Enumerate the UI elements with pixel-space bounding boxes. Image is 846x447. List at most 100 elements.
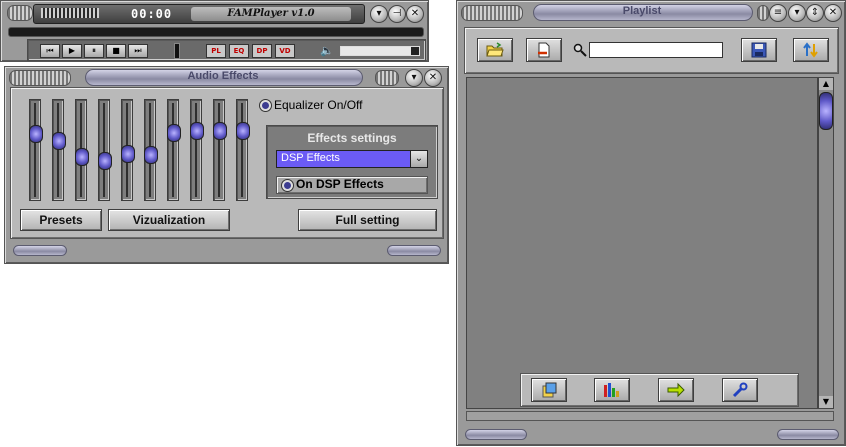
save-button[interactable]	[741, 38, 777, 62]
vizualization-button[interactable]: Vizualization	[108, 209, 230, 231]
slider-groove	[34, 103, 36, 197]
slider-groove	[218, 103, 220, 197]
playlist-scrollbar[interactable]: ▲ ▼	[818, 77, 834, 409]
prev-button[interactable]: ⏮	[40, 44, 60, 58]
slider-groove	[103, 103, 105, 197]
stop-button[interactable]: ■	[106, 44, 126, 58]
scroll-down-button[interactable]: ▼	[819, 396, 833, 408]
eq-slider-5[interactable]	[121, 99, 135, 201]
effects-settings-label: Effects settings	[307, 131, 397, 145]
eq-slider-4[interactable]	[98, 99, 112, 201]
time-display: 00:00	[131, 7, 173, 21]
playlist-bottom-toolbar	[520, 373, 799, 407]
separator	[174, 43, 180, 59]
playlist-menu-button[interactable]: ≡	[769, 4, 787, 22]
scroll-up-button[interactable]: ▲	[819, 78, 833, 90]
next-button[interactable]: ⏭	[128, 44, 148, 58]
resize-grip-left[interactable]	[465, 429, 527, 440]
window-grip[interactable]	[757, 5, 769, 21]
sort-icon	[803, 42, 818, 58]
remove-file-icon	[538, 42, 550, 58]
full-setting-button[interactable]: Full setting	[298, 209, 437, 231]
remove-file-button[interactable]	[526, 38, 562, 62]
scroll-thumb[interactable]	[819, 92, 833, 130]
close-button[interactable]: ✕	[824, 4, 842, 22]
settings-button[interactable]	[722, 378, 758, 402]
sort-button[interactable]	[793, 38, 829, 62]
chevron-down-icon[interactable]: ⌄	[410, 151, 427, 167]
slider-groove	[241, 103, 243, 197]
equalizer-toggle[interactable]	[259, 99, 272, 112]
eq-button[interactable]: EQ	[229, 44, 249, 58]
presets-button[interactable]: Presets	[20, 209, 102, 231]
control-panel: ⏮ ▶ ⏸ ■ ⏭ PL EQ DP VD 🔈	[27, 39, 426, 61]
eq-slider-knob[interactable]	[144, 146, 158, 164]
save-icon	[751, 42, 767, 58]
open-folder-button[interactable]	[477, 38, 513, 62]
dsp-toggle[interactable]	[281, 179, 294, 192]
pl-button[interactable]: PL	[206, 44, 226, 58]
window-grip[interactable]	[375, 70, 399, 86]
vd-button[interactable]: VD	[275, 44, 295, 58]
minimize-button[interactable]: ▾	[370, 5, 388, 23]
statistics-button[interactable]	[594, 378, 630, 402]
pause-button[interactable]: ⏸	[84, 44, 104, 58]
spectrum-display	[41, 8, 99, 18]
window-grip[interactable]	[7, 5, 33, 21]
add-files-icon	[542, 382, 557, 398]
effects-select[interactable]: DSP Effects ⌄	[276, 150, 428, 168]
audio-effects-title: Audio Effects	[187, 70, 259, 82]
pin-button[interactable]: ⊣	[388, 5, 406, 23]
speaker-icon[interactable]: 🔈	[320, 44, 334, 57]
eq-slider-knob[interactable]	[167, 124, 181, 142]
playlist-title: Playlist	[622, 5, 662, 17]
dsp-toggle-row[interactable]: On DSP Effects	[276, 176, 428, 194]
move-right-button[interactable]	[658, 378, 694, 402]
eq-slider-knob[interactable]	[29, 125, 43, 143]
eq-slider-knob[interactable]	[236, 122, 250, 140]
effects-select-value: DSP Effects	[281, 152, 340, 164]
audio-effects-window: Audio Effects ▾ ✕ Equalizer On/Off Effec…	[4, 66, 449, 264]
effects-settings-group: Effects settings DSP Effects ⌄ On DSP Ef…	[266, 125, 438, 199]
resize-grip-left[interactable]	[13, 245, 67, 256]
close-button[interactable]: ✕	[424, 69, 442, 87]
search-icon	[573, 42, 587, 61]
eq-slider-9[interactable]	[213, 99, 227, 201]
eq-slider-knob[interactable]	[190, 122, 204, 140]
eq-slider-knob[interactable]	[213, 122, 227, 140]
player-window: 00:00 FAMPlayer v1.0 ▾ ⊣ ✕ ⏮ ▶ ⏸ ■ ⏭ PL EQ DP V…	[0, 0, 429, 62]
volume-slider[interactable]	[340, 46, 420, 56]
search-input[interactable]	[589, 42, 723, 58]
seek-bar[interactable]	[8, 27, 424, 37]
scroll-toggle-button[interactable]: ⇕	[806, 4, 824, 22]
minimize-button[interactable]: ▾	[788, 4, 806, 22]
window-grip[interactable]	[9, 70, 71, 86]
eq-slider-6[interactable]	[144, 99, 158, 201]
eq-slider-2[interactable]	[52, 99, 66, 201]
eq-slider-knob[interactable]	[98, 152, 112, 170]
eq-slider-10[interactable]	[236, 99, 250, 201]
close-button[interactable]: ✕	[406, 5, 424, 23]
resize-grip-right[interactable]	[387, 245, 441, 256]
slider-groove	[195, 103, 197, 197]
effects-panel: Equalizer On/Off Effects settings DSP Ef…	[10, 87, 444, 239]
eq-slider-knob[interactable]	[121, 145, 135, 163]
play-button[interactable]: ▶	[62, 44, 82, 58]
playlist-list[interactable]	[466, 77, 818, 409]
slider-groove	[57, 103, 59, 197]
eq-slider-1[interactable]	[29, 99, 43, 201]
dp-button[interactable]: DP	[252, 44, 272, 58]
open-folder-icon	[486, 42, 504, 57]
statistics-icon	[604, 383, 619, 397]
eq-slider-7[interactable]	[167, 99, 181, 201]
playlist-toolbar	[464, 27, 839, 74]
window-grip[interactable]	[461, 5, 523, 21]
eq-slider-3[interactable]	[75, 99, 89, 201]
minimize-button[interactable]: ▾	[405, 69, 423, 87]
eq-slider-8[interactable]	[190, 99, 204, 201]
resize-grip-right[interactable]	[777, 429, 839, 440]
add-files-button[interactable]	[531, 378, 567, 402]
eq-slider-knob[interactable]	[52, 132, 66, 150]
arrow-right-icon	[667, 382, 685, 398]
eq-slider-knob[interactable]	[75, 148, 89, 166]
